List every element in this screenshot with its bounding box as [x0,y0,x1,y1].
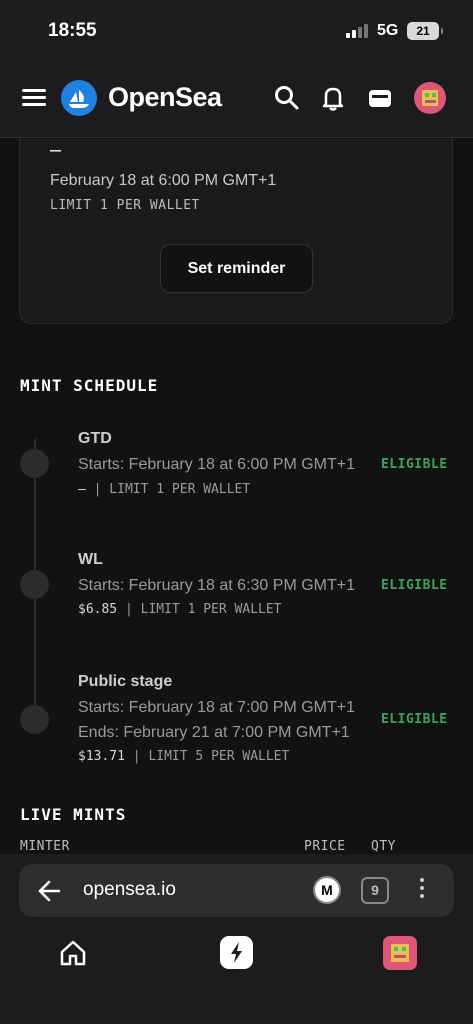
column-header-minter: MINTER [20,839,70,854]
eligible-badge: ELIGIBLE [381,578,448,593]
app-header: OpenSea [0,58,473,138]
menu-icon[interactable] [22,89,46,107]
stage-marker [20,449,49,478]
status-time: 18:55 [48,20,97,41]
drop-limit: LIMIT 1 PER WALLET [50,198,200,213]
profile-tab-avatar[interactable] [383,936,417,970]
stage-starts: Starts: February 18 at 7:00 PM GMT+1 [78,699,355,716]
back-arrow-icon[interactable] [37,880,61,902]
stage-meta: – | LIMIT 1 PER WALLET [78,482,250,497]
stage-price: $6.85 [78,602,118,617]
eligible-badge: ELIGIBLE [381,712,448,727]
stage-limit: | LIMIT 5 PER WALLET [132,749,290,764]
extension-icon[interactable]: M [313,876,341,904]
eligible-badge: ELIGIBLE [381,457,448,472]
stage-starts: Starts: February 18 at 6:00 PM GMT+1 [78,456,355,473]
stage-ends: Ends: February 21 at 7:00 PM GMT+1 [78,724,350,741]
battery-icon: 21 [407,22,443,40]
browser-toolbar: opensea.io M 9 [0,854,473,1024]
stage-name: WL [78,551,103,568]
drop-card: – February 18 at 6:00 PM GMT+1 LIMIT 1 P… [19,139,453,324]
tab-count-button[interactable]: 9 [361,877,389,904]
column-header-qty: QTY [371,839,396,854]
stage-name: GTD [78,430,112,447]
stage-limit: | LIMIT 1 PER WALLET [124,602,282,617]
live-mints-title: LIVE MINTS [20,805,127,824]
wallet-icon[interactable] [366,84,394,112]
more-menu-icon[interactable] [417,878,427,904]
stage-starts: Starts: February 18 at 6:30 PM GMT+1 [78,577,355,594]
signal-icon [346,24,370,38]
bell-icon[interactable] [319,84,347,112]
stage-name: Public stage [78,673,173,690]
stage-limit: | LIMIT 1 PER WALLET [93,482,251,497]
drop-price: – [50,139,62,161]
drop-date: February 18 at 6:00 PM GMT+1 [50,172,277,189]
stage-meta: $6.85 | LIMIT 1 PER WALLET [78,602,282,617]
address-bar[interactable]: opensea.io M 9 [19,864,454,917]
stage-marker [20,570,49,599]
set-reminder-button[interactable]: Set reminder [160,244,313,293]
stage-price: – [78,482,86,497]
search-icon[interactable] [273,84,301,112]
home-icon[interactable] [58,938,88,968]
stage-meta: $13.71 | LIMIT 5 PER WALLET [78,749,289,764]
column-header-price: PRICE [304,839,346,854]
status-bar: 18:55 5G 21 [0,0,473,58]
opensea-logo-icon[interactable] [61,80,97,116]
bolt-app-icon[interactable] [220,936,253,969]
mint-schedule-title: MINT SCHEDULE [20,376,159,395]
main-content: – February 18 at 6:00 PM GMT+1 LIMIT 1 P… [0,139,473,854]
stage-price: $13.71 [78,749,125,764]
url-text[interactable]: opensea.io [83,879,176,901]
stage-marker [20,705,49,734]
brand-name[interactable]: OpenSea [108,82,222,113]
profile-avatar[interactable] [414,82,446,114]
network-type: 5G [377,22,399,39]
